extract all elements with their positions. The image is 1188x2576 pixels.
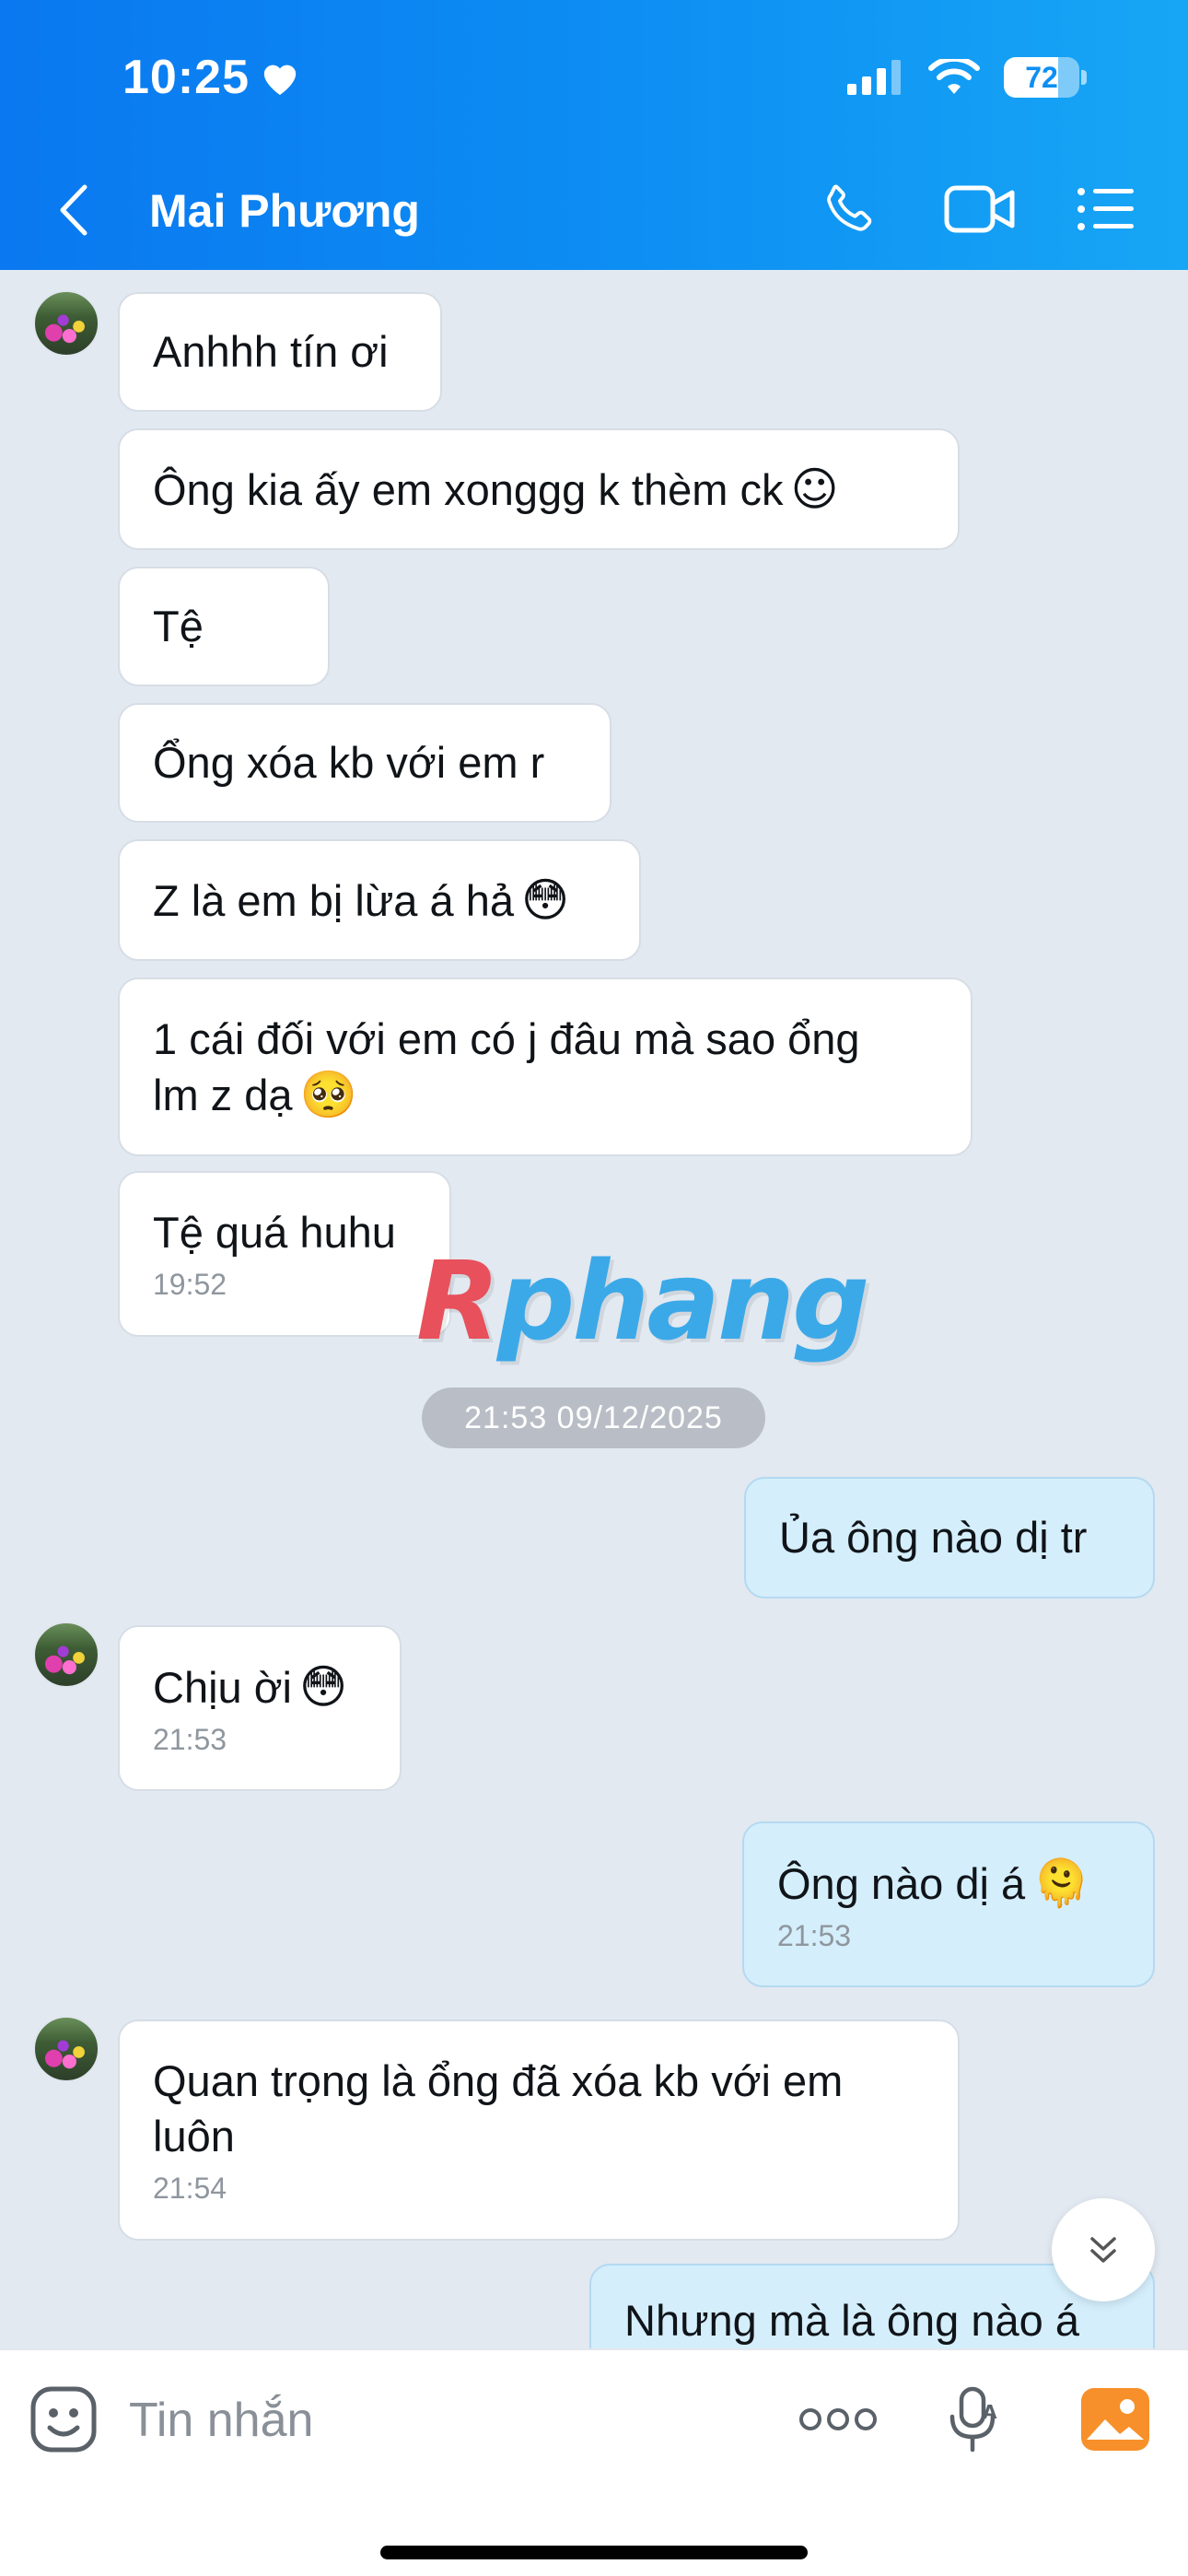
back-button[interactable] [57,181,103,240]
chat-header: 10:25 72 Mai Phương [0,0,1188,270]
message-bubble[interactable]: Chịu ời 😳 21:53 [118,1625,402,1791]
message-bubble[interactable]: Anhhh tín ơi [118,292,442,412]
composer-bar: A [0,2348,1188,2576]
message-bubble[interactable]: Ổng xóa kb với em r [118,703,611,823]
message-bubble[interactable]: 1 cái đối với em có j đâu mà sao ổng lm … [118,978,973,1156]
message-bubble-outgoing[interactable]: Ông nào dị á 🫠 21:53 [742,1821,1155,1987]
voice-icon: A [949,2386,997,2453]
avatar[interactable] [33,1622,99,1688]
battery-level: 72 [1025,60,1058,94]
options-button[interactable] [1074,177,1138,241]
message-text: Tệ quá huhu [153,1208,396,1257]
pleading-emoji: 🥺 [299,1067,357,1121]
message-text: Tệ [153,602,204,650]
status-time: 10:25 [122,50,301,105]
wifi-icon [928,59,980,94]
message-list[interactable]: Anhhh tín ơi Ông kia ấy em xonggg k thèm… [0,270,1188,2348]
image-icon [1081,2388,1149,2451]
contact-name[interactable]: Mai Phương [149,184,420,238]
battery-nub [1081,70,1087,85]
scroll-to-bottom-button[interactable] [1052,2198,1155,2301]
voice-message-button[interactable]: A [938,2383,1009,2455]
message-line: Z là em bị lừa á hả 😳 [153,872,606,929]
sticker-icon [30,2386,97,2453]
home-indicator [380,2546,808,2559]
status-icons: 72 [847,57,1087,98]
photo-button[interactable] [1079,2383,1151,2455]
signal-icon [847,60,901,95]
heart-icon [263,64,297,96]
message-bubble[interactable]: Z là em bị lừa á hả 😳 [118,839,641,961]
message-text: 1 cái đối với em có j đâu mà sao ổng [153,1013,860,1063]
message-time: 21:54 [153,2172,227,2205]
message-bubble[interactable]: Tệ quá huhu 19:52 [118,1171,451,1337]
message-text: Ủa ông nào dị tr [779,1513,1088,1562]
more-button[interactable] [794,2383,882,2455]
message-text: Z là em bị lừa á hả [153,875,514,925]
sticker-button[interactable] [28,2383,99,2455]
message-bubble-outgoing[interactable]: Ủa ông nào dị tr [744,1477,1155,1598]
more-icon [799,2408,877,2430]
message-bubble[interactable]: Quan trọng là ổng đã xóa kb với em luôn … [118,2020,960,2241]
chevron-double-down-icon [1090,2237,1116,2263]
message-text: Ông kia ấy em xonggg k thèm ck [153,464,784,514]
message-line: lm z dạ 🥺 [153,1067,938,1123]
flushed-emoji: 😳 [520,872,570,927]
menu-icon [1077,188,1134,230]
message-line: Chịu ời 😳 [153,1659,367,1715]
back-icon [60,184,87,236]
message-time: 21:53 [153,1722,227,1756]
message-input[interactable] [129,2387,755,2453]
message-bubble[interactable]: Ông kia ấy em xonggg k thèm ck ☺ [118,428,960,550]
message-text: lm z dạ [153,1070,293,1119]
phone-icon [827,184,872,231]
message-text: Ổng xóa kb với em r [153,738,545,787]
message-text: Anhhh tín ơi [153,327,389,376]
smiling-emoji: ☺ [790,462,839,516]
battery: 72 [1004,57,1079,98]
video-call-button[interactable] [943,177,1017,241]
message-text: Ông nào dị á [777,1858,1026,1908]
message-bubble[interactable]: Tệ [118,567,330,686]
message-line: Ông nào dị á 🫠 [777,1856,1120,1912]
avatar[interactable] [33,2016,99,2082]
flushed-emoji: 😳 [298,1659,348,1714]
message-time: 21:53 [777,1918,852,1952]
message-text: Quan trọng là ổng đã xóa kb với em [153,2056,844,2105]
chat-screen: 10:25 72 Mai Phương Anhhh tín ơi Ông kia… [0,0,1188,2576]
melting-face-emoji: 🫠 [1032,1856,1090,1910]
message-text: Chịu ời [153,1662,292,1712]
video-icon [944,185,1015,233]
message-text: luôn [153,2112,235,2160]
message-time: 19:52 [153,1268,227,1301]
avatar[interactable] [33,290,99,357]
watermark-logo: Rphang [416,1237,869,1364]
message-text: Nhưng mà là ông nào á [624,2296,1079,2345]
message-line: Ông kia ấy em xonggg k thèm ck ☺ [153,462,925,518]
voice-call-button[interactable] [818,177,882,241]
svg-text:A: A [983,2401,997,2423]
battery-indicator: 72 [1004,57,1087,98]
date-separator: 21:53 09/12/2025 [422,1388,765,1448]
